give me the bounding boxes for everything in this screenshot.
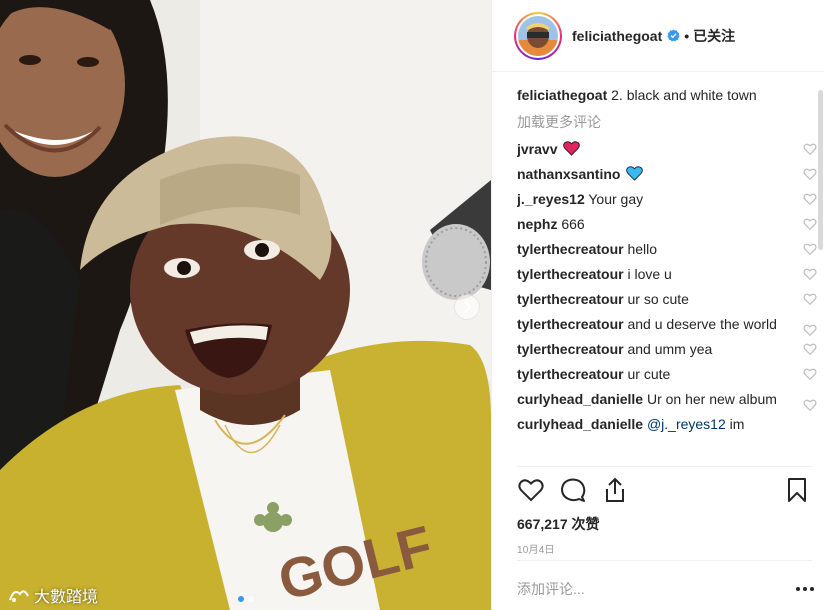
carousel-next-button[interactable] [454,294,480,320]
comments-scrollbar[interactable] [818,90,823,250]
header-separator: • [684,27,690,44]
comment-like-heart-icon[interactable] [803,267,817,281]
comment-text: hello [627,241,658,257]
carousel-indicator [0,596,491,602]
comment-text: im [729,416,745,432]
comment-like-heart-icon[interactable] [803,323,817,337]
post-header: felicia​thegoat • 已关注 [492,0,824,72]
comment-username[interactable]: jvravv [517,141,557,157]
following-button[interactable]: 已关注 [693,26,735,46]
header-username[interactable]: felicia​thegoat [572,28,662,44]
chevron-right-icon [464,301,472,313]
save-button[interactable] [783,476,811,504]
ellipsis-icon [796,587,814,591]
comment-username[interactable]: curlyhead_danielle [517,391,643,407]
share-upload-icon [606,477,624,502]
comment-item: j._reyes12 Your gay [517,190,817,208]
comment-like-heart-icon[interactable] [803,142,817,156]
comment-item: curlyhead_danielle @j._reyes12 im [517,415,817,433]
comment-username[interactable]: nathanxsantino [517,166,620,182]
comment-username[interactable]: j._reyes12 [517,191,585,207]
comment-item: tylerthecreatour i love u [517,265,817,283]
likes-count[interactable]: 667,217 次赞 [517,514,600,534]
verified-badge-icon [667,29,680,42]
watermark: 大數踏境 [8,583,98,607]
load-more-comments-button[interactable]: 加载更多评论 [517,113,817,131]
comment-item: curlyhead_danielle Ur on her new album [517,390,817,412]
comment-mention[interactable]: @j._reyes12 [647,416,726,432]
post-photo[interactable]: GOLF 大數踏境 [0,0,491,610]
comment-like-heart-icon[interactable] [803,342,817,356]
comment-item: tylerthecreatour hello [517,240,817,258]
comment-text: ur cute [627,366,671,382]
comments-list[interactable]: feliciathegoat 2. black and white town 加… [517,86,817,468]
comment-item: jvravv [517,140,817,158]
comment-username[interactable]: tylerthecreatour [517,316,624,332]
comment-username[interactable]: tylerthecreatour [517,341,624,357]
comment-like-heart-icon[interactable] [803,167,817,181]
add-comment-input[interactable] [517,581,777,597]
comment-item: nephz 666 [517,215,817,233]
like-button[interactable] [517,476,545,504]
caption-text: 2. black and white town [611,87,757,103]
comment-item: tylerthecreatour and u deserve the world [517,315,817,337]
photo-scene: GOLF [0,0,491,610]
comment-username[interactable]: tylerthecreatour [517,291,624,307]
comment-like-heart-icon[interactable] [803,398,817,412]
post-date: 10月4日 [517,545,555,556]
comment-text: and umm yea [627,341,713,357]
comment-text: 666 [561,216,585,232]
comment-username[interactable]: tylerthecreatour [517,241,624,257]
comment-like-heart-icon[interactable] [803,192,817,206]
blue-heart-emoji-icon [626,166,644,181]
comment-like-heart-icon[interactable] [803,217,817,231]
divider [517,466,812,467]
divider [517,560,812,561]
avatar [518,15,558,56]
speech-bubble-icon [561,478,586,502]
comment-username[interactable]: nephz [517,216,557,232]
comment-username[interactable]: curlyhead_danielle [517,416,643,432]
story-ring[interactable] [514,11,562,60]
comment-item: nathanxsantino [517,165,817,183]
comment-username[interactable]: tylerthecreatour [517,366,624,382]
carousel-dot-active [237,596,244,602]
comment-username[interactable]: tylerthecreatour [517,266,624,282]
comment-text: Ur on her new album [646,391,777,407]
post-actions [517,476,817,506]
caption-username[interactable]: feliciathegoat [517,87,607,103]
comment-item: tylerthecreatour ur so cute [517,290,817,308]
comment-button[interactable] [559,476,587,504]
comment-text: Your gay [588,191,644,207]
bookmark-icon [788,478,806,502]
more-options-button[interactable] [794,580,816,598]
share-button[interactable] [601,476,629,504]
carousel-dot [247,596,254,602]
comment-text: and u deserve the world [627,316,777,332]
watermark-text: 大數踏境 [34,589,99,606]
post-caption: feliciathegoat 2. black and white town [517,86,817,104]
comment-item: tylerthecreatour ur cute [517,365,817,383]
comment-text: i love u [627,266,672,282]
comment-like-heart-icon[interactable] [803,242,817,256]
heart-outline-icon [518,479,544,502]
comment-item: tylerthecreatour and umm yea [517,340,817,358]
comment-like-heart-icon[interactable] [803,367,817,381]
post-side-panel: felicia​thegoat • 已关注 feliciathegoat 2. … [491,0,824,610]
comment-text: ur so cute [627,291,689,307]
comment-like-heart-icon[interactable] [803,292,817,306]
red-heart-emoji-icon [563,141,581,156]
